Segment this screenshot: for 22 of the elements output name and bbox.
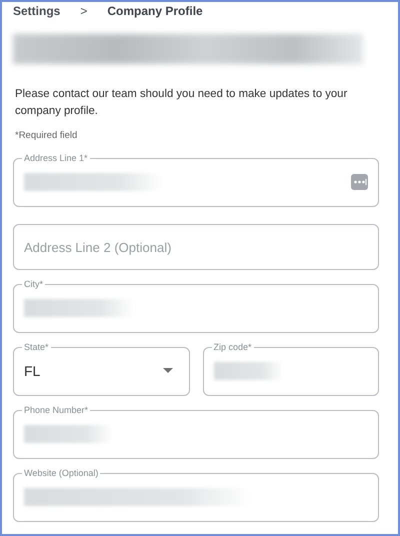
field-label: City*: [23, 279, 44, 289]
breadcrumb-separator: >: [80, 4, 88, 20]
input-field[interactable]: Address Line 1*: [13, 153, 379, 207]
field-label: Zip code*: [212, 342, 253, 352]
input-field[interactable]: Address Line 2 (Optional): [13, 224, 379, 270]
breadcrumb-link[interactable]: Settings: [13, 4, 60, 24]
field-value: FL: [24, 363, 40, 379]
caret-icon: [162, 368, 172, 374]
field-label: Phone Number*: [23, 405, 90, 415]
input-field[interactable]: Phone Number*: [13, 405, 379, 459]
field-label: Website (Optional): [23, 468, 100, 478]
notice-text: Please contact our team should you need to make updates to your company profile.: [15, 87, 348, 119]
input-field[interactable]: Zip code*: [202, 342, 379, 396]
input-field[interactable]: City*: [13, 279, 379, 333]
field-label: Address Line 1*: [23, 153, 89, 163]
dots-icon[interactable]: [351, 174, 368, 190]
required-note: *Required field: [15, 130, 78, 141]
placeholder-text: Address Line 2 (Optional): [24, 240, 172, 254]
select-field[interactable]: State* FL: [13, 342, 190, 396]
input-field[interactable]: Website (Optional): [13, 468, 379, 522]
breadcrumb-current: Company Profile: [107, 4, 203, 20]
field-label: State*: [23, 342, 50, 352]
